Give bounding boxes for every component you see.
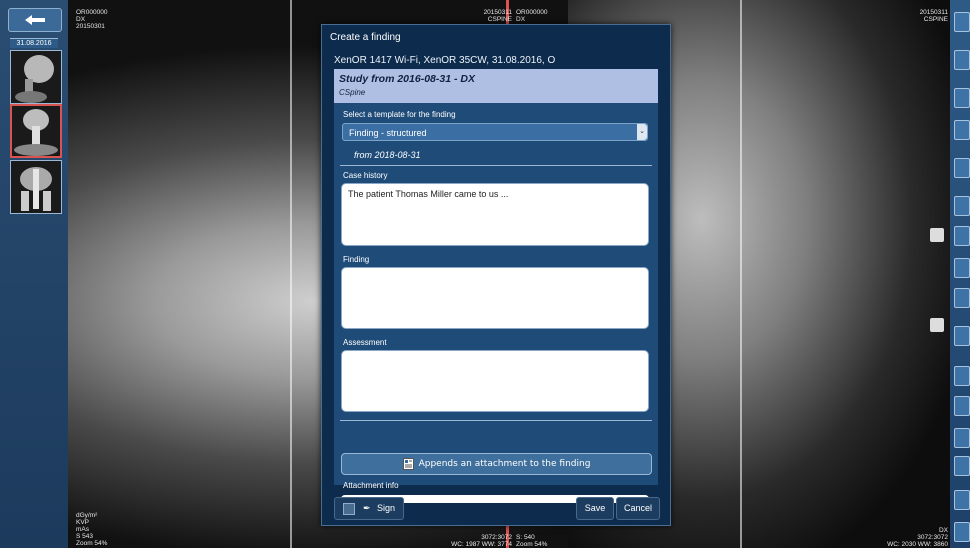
overlay-bottom-right: DX 3072:3072 WC: 2030 WW: 3860 xyxy=(887,527,948,548)
sign-pen-icon: ✒ xyxy=(363,503,371,513)
sign-checkbox[interactable] xyxy=(343,503,355,515)
case-history-label: Case history xyxy=(343,171,388,180)
sign-button[interactable]: ✒ Sign xyxy=(334,497,404,520)
tool-export-icon[interactable] xyxy=(954,396,970,416)
tool-window-icon[interactable] xyxy=(954,326,970,346)
overlay-top-center-left: 20150311 CSPINE xyxy=(483,9,512,23)
tool-user-icon[interactable] xyxy=(954,490,970,510)
overlay-bottom-center-right: S: 540 Zoom 54% xyxy=(516,534,548,548)
zoom-in-icon[interactable] xyxy=(954,196,970,216)
tool-print-icon[interactable] xyxy=(954,366,970,386)
tool-rect-icon[interactable] xyxy=(954,158,970,178)
divider xyxy=(340,420,652,421)
thumbnail-ap-cspine[interactable] xyxy=(10,104,62,158)
study-title: Study from 2016-08-31 - DX xyxy=(339,73,475,85)
create-finding-dialog: Create a finding XenOR 1417 Wi-Fi, XenOR… xyxy=(321,24,671,526)
sign-label: Sign xyxy=(377,503,396,513)
tool-layout-icon[interactable] xyxy=(954,12,970,32)
attachment-info-label: Attachment info xyxy=(343,481,399,490)
tool-angle-icon[interactable] xyxy=(954,120,970,140)
tool-fit-icon[interactable] xyxy=(954,258,970,278)
finding-label: Finding xyxy=(343,255,370,264)
assessment-textarea[interactable] xyxy=(341,350,649,412)
study-header: Study from 2016-08-31 - DX CSpine xyxy=(334,69,658,103)
brightness-handle[interactable] xyxy=(930,318,944,332)
back-button[interactable] xyxy=(8,8,62,32)
finding-form: Select a template for the finding Findin… xyxy=(334,103,658,503)
assessment-label: Assessment xyxy=(343,338,387,347)
template-selected-value: Finding - structured xyxy=(349,128,427,138)
template-select[interactable]: Finding - structured ⌄ xyxy=(342,123,648,141)
zoom-out-icon[interactable] xyxy=(954,226,970,246)
tool-grid-icon[interactable] xyxy=(954,50,970,70)
study-body-part: CSpine xyxy=(339,88,366,97)
divider xyxy=(340,165,652,166)
measurement-line xyxy=(290,0,292,548)
contrast-handle[interactable] xyxy=(930,228,944,242)
tool-measure-icon[interactable] xyxy=(954,88,970,108)
overlay-top-center-right: OR000000 DX xyxy=(516,9,548,23)
thumbnail-lateral-cspine[interactable] xyxy=(10,50,62,104)
dialog-title: Create a finding xyxy=(330,32,401,43)
tool-settings-icon[interactable] xyxy=(954,522,970,542)
thumbnail-ap-pelvis[interactable] xyxy=(10,160,62,214)
template-label: Select a template for the finding xyxy=(343,110,456,119)
dialog-footer: ✒ Sign Save Cancel xyxy=(334,497,660,521)
device-info: XenOR 1417 Wi-Fi, XenOR 35CW, 31.08.2016… xyxy=(334,55,556,66)
chevron-down-icon: ⌄ xyxy=(637,124,647,140)
measurement-line xyxy=(740,0,742,548)
right-toolbar xyxy=(950,0,970,548)
tool-layers-icon[interactable] xyxy=(954,428,970,448)
arrow-left-icon xyxy=(25,15,45,25)
attachment-document-icon xyxy=(402,458,414,470)
template-date: from 2018-08-31 xyxy=(354,150,421,160)
tool-cloud-icon[interactable] xyxy=(954,456,970,476)
overlay-bottom-left: dGy/m² KVP mAs S 543 Zoom 54% xyxy=(76,512,108,547)
left-sidebar: 31.08.2016 xyxy=(0,0,68,548)
append-attachment-button[interactable]: Appends an attachment to the finding xyxy=(341,453,652,475)
tool-pan-icon[interactable] xyxy=(954,288,970,308)
case-history-textarea[interactable]: The patient Thomas Miller came to us ... xyxy=(341,183,649,246)
save-button[interactable]: Save xyxy=(576,497,614,520)
finding-textarea[interactable] xyxy=(341,267,649,329)
study-date: 31.08.2016 xyxy=(10,38,58,48)
cancel-button[interactable]: Cancel xyxy=(616,497,660,520)
overlay-bottom-center-left: 3072:3072 WC: 1987 WW: 3774 xyxy=(451,534,512,548)
append-attachment-label: Appends an attachment to the finding xyxy=(418,459,591,469)
overlay-top-left: OR000000 DX 20150301 xyxy=(76,9,108,30)
overlay-top-right: 20150311 CSPINE xyxy=(919,9,948,23)
